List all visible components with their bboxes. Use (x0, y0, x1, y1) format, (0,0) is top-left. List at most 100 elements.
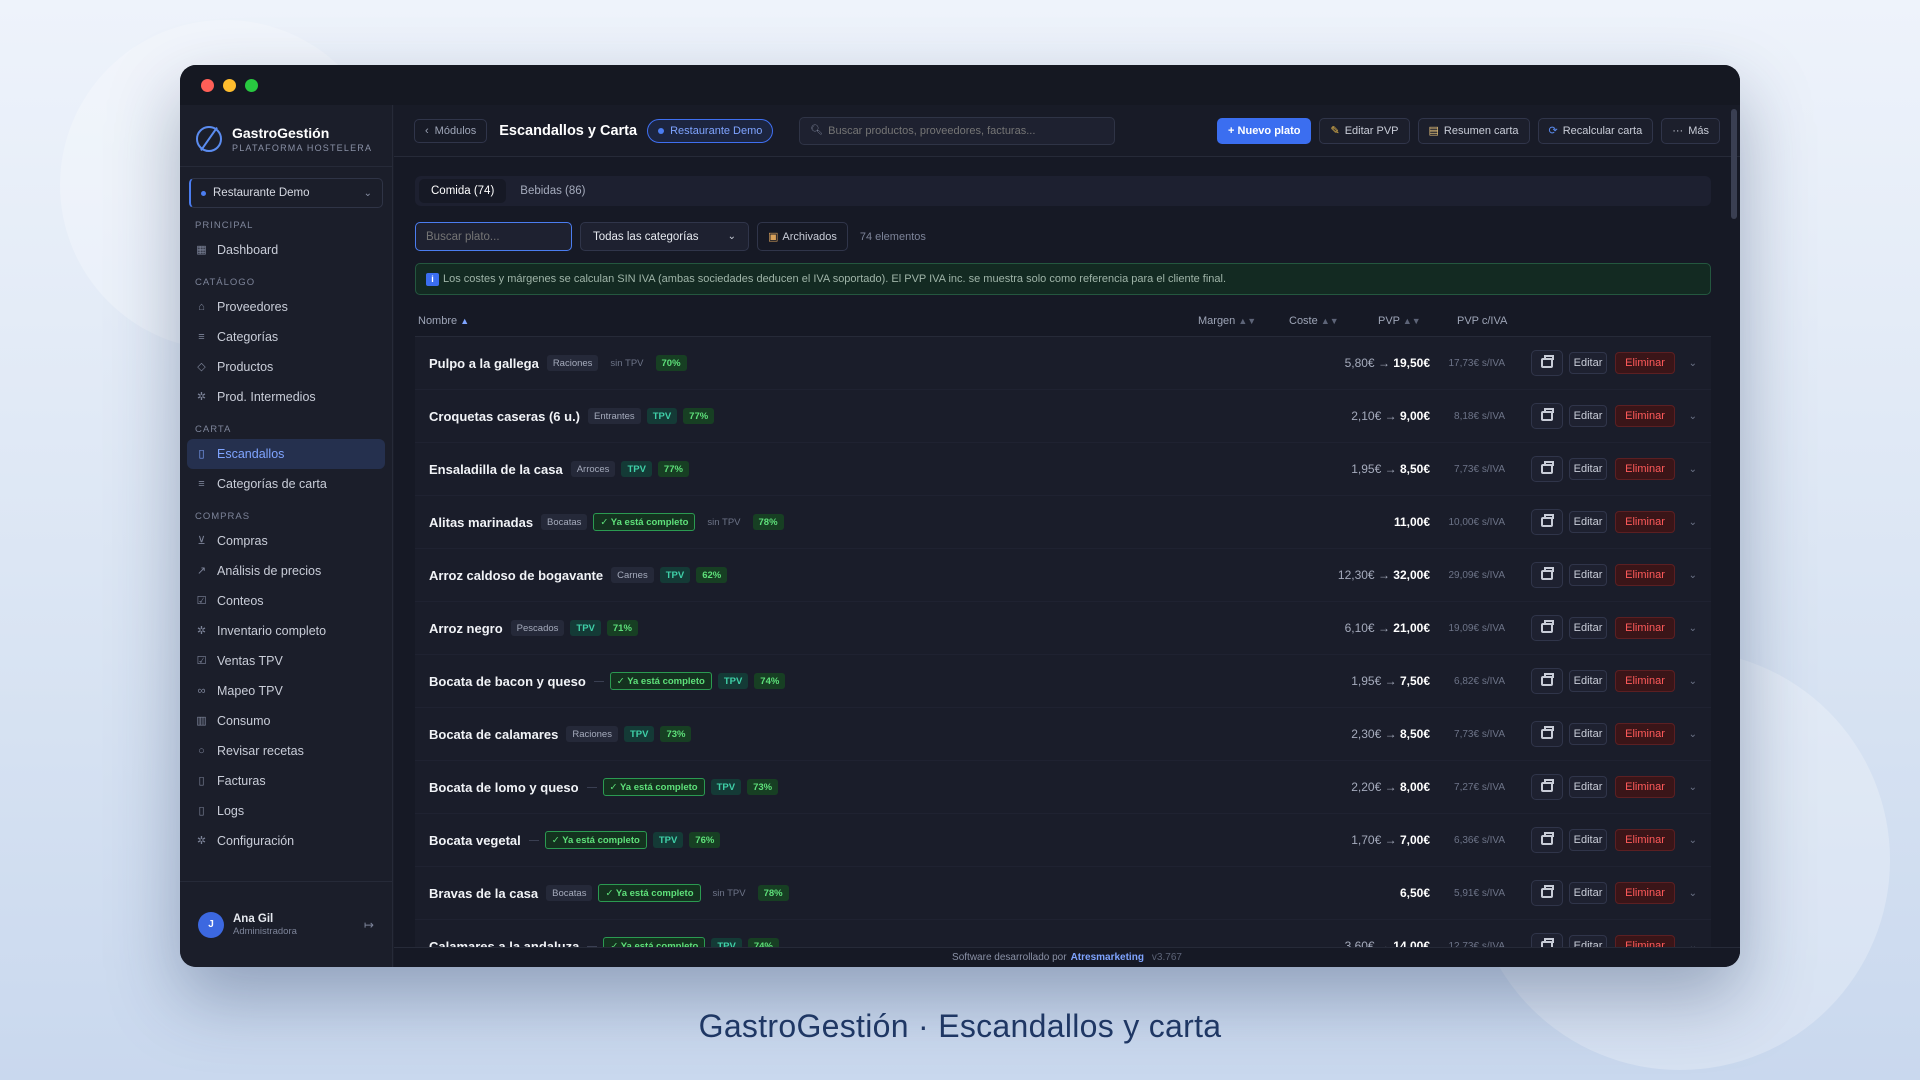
avatar[interactable]: J (198, 911, 224, 938)
category-select[interactable]: Todas las categorías ⌄ (580, 222, 749, 251)
edit-button[interactable]: Editar (1569, 776, 1607, 798)
delete-button[interactable]: Eliminar (1615, 776, 1675, 798)
dish-name[interactable]: Arroz negro (429, 621, 503, 636)
delete-button[interactable]: Eliminar (1615, 670, 1675, 692)
sidebar-item-escandallos[interactable]: ▯ Escandallos (187, 439, 385, 469)
restaurant-select[interactable]: Restaurante Demo ⌄ (189, 178, 383, 208)
col-margen[interactable]: Margen ▲▼ (1198, 315, 1256, 327)
edit-button[interactable]: Editar (1569, 935, 1607, 947)
chevron-down-icon[interactable]: ⌄ (1689, 570, 1697, 581)
print-button[interactable] (1531, 350, 1563, 376)
print-button[interactable] (1531, 774, 1563, 800)
col-nombre[interactable]: Nombre ▲ (418, 315, 469, 327)
delete-button[interactable]: Eliminar (1615, 458, 1675, 480)
sidebar-item-proveedores[interactable]: ⌂ Proveedores (187, 292, 385, 322)
table-row[interactable]: Arroz negro Pescados TPV 71% 6,10€ → 21,00€ 1… (415, 602, 1711, 655)
dish-name[interactable]: Bocata de lomo y queso (429, 780, 579, 795)
sidebar-item-configuracion[interactable]: ✲ Configuración (187, 826, 385, 856)
new-dish-button[interactable]: + Nuevo plato (1217, 117, 1312, 144)
sidebar-item-compras[interactable]: ⊻ Compras (187, 526, 385, 556)
sidebar-item-dashboard[interactable]: ▦ Dashboard (187, 235, 385, 265)
sidebar-item-conteos[interactable]: ☑ Conteos (187, 586, 385, 616)
delete-button[interactable]: Eliminar (1615, 511, 1675, 533)
sidebar-item-consumo[interactable]: ▥ Consumo (187, 706, 385, 736)
edit-button[interactable]: Editar (1569, 617, 1607, 639)
table-row[interactable]: Arroz caldoso de bogavante Carnes TPV 62% 12… (415, 549, 1711, 602)
recalculate-button[interactable]: ⟳ Recalcular carta (1537, 117, 1654, 144)
chevron-down-icon[interactable]: ⌄ (1689, 358, 1697, 369)
delete-button[interactable]: Eliminar (1615, 564, 1675, 586)
sidebar-item-categorias-de-carta[interactable]: ≡ Categorías de carta (187, 469, 385, 499)
modules-back-button[interactable]: ‹ Módulos (414, 118, 488, 143)
table-row[interactable]: Pulpo a la gallega Raciones sin TPV 70% 5,80… (415, 337, 1711, 390)
dish-search[interactable] (415, 222, 572, 251)
sidebar-item-revisar-recetas[interactable]: ○ Revisar recetas (187, 736, 385, 766)
chevron-down-icon[interactable]: ⌄ (1689, 835, 1697, 846)
sidebar-item-categorias[interactable]: ≡ Categorías (187, 322, 385, 352)
sidebar-item-logs[interactable]: ▯ Logs (187, 796, 385, 826)
print-button[interactable] (1531, 827, 1563, 853)
dish-name[interactable]: Bocata de calamares (429, 727, 558, 742)
edit-button[interactable]: Editar (1569, 458, 1607, 480)
table-row[interactable]: Alitas marinadas Bocatas ✓ Ya está complet… (415, 496, 1711, 549)
edit-button[interactable]: Editar (1569, 670, 1607, 692)
tab-comida[interactable]: Comida (74) (419, 179, 507, 203)
dish-name[interactable]: Calamares a la andaluza (429, 939, 579, 948)
minimize-window-button[interactable] (223, 79, 236, 92)
edit-button[interactable]: Editar (1569, 829, 1607, 851)
edit-button[interactable]: Editar (1569, 723, 1607, 745)
dish-name[interactable]: Ensaladilla de la casa (429, 462, 563, 477)
table-row[interactable]: Bocata de calamares Raciones TPV 73% 2,30€ →… (415, 708, 1711, 761)
table-row[interactable]: Bocata vegetal ✓ Ya está completo TPV 76% 1,… (415, 814, 1711, 867)
chevron-down-icon[interactable]: ⌄ (1689, 729, 1697, 740)
sidebar-item-productos[interactable]: ◇ Productos (187, 352, 385, 382)
table-row[interactable]: Bocata de lomo y queso ✓ Ya está completo… (415, 761, 1711, 814)
edit-button[interactable]: Editar (1569, 511, 1607, 533)
delete-button[interactable]: Eliminar (1615, 723, 1675, 745)
delete-button[interactable]: Eliminar (1615, 882, 1675, 904)
edit-button[interactable]: Editar (1569, 882, 1607, 904)
dish-name[interactable]: Pulpo a la gallega (429, 356, 539, 371)
col-coste[interactable]: Coste ▲▼ (1289, 315, 1339, 327)
chevron-down-icon[interactable]: ⌄ (1689, 888, 1697, 899)
print-button[interactable] (1531, 456, 1563, 482)
restaurant-pill[interactable]: Restaurante Demo (647, 118, 774, 143)
chevron-down-icon[interactable]: ⌄ (1689, 411, 1697, 422)
sidebar-item-mapeo-tpv[interactable]: ∞ Mapeo TPV (187, 676, 385, 706)
delete-button[interactable]: Eliminar (1615, 405, 1675, 427)
col-pvp[interactable]: PVP ▲▼ (1378, 315, 1421, 327)
tab-bebidas[interactable]: Bebidas (86) (508, 179, 597, 203)
delete-button[interactable]: Eliminar (1615, 617, 1675, 639)
print-button[interactable] (1531, 721, 1563, 747)
delete-button[interactable]: Eliminar (1615, 935, 1675, 947)
chevron-down-icon[interactable]: ⌄ (1689, 623, 1697, 634)
print-button[interactable] (1531, 562, 1563, 588)
dish-name[interactable]: Alitas marinadas (429, 515, 533, 530)
sidebar-item-ventas-tpv[interactable]: ☑ Ventas TPV (187, 646, 385, 676)
chevron-down-icon[interactable]: ⌄ (1689, 464, 1697, 475)
edit-pvp-button[interactable]: ✎ Editar PVP (1319, 117, 1410, 144)
dish-name[interactable]: Bravas de la casa (429, 886, 538, 901)
global-search[interactable]: 🔍︎ (799, 116, 1116, 145)
archived-button[interactable]: ▣ Archivados (757, 222, 848, 251)
sidebar-item-prod-intermedios[interactable]: ✲ Prod. Intermedios (187, 382, 385, 412)
print-button[interactable] (1531, 933, 1563, 947)
close-window-button[interactable] (201, 79, 214, 92)
print-button[interactable] (1531, 880, 1563, 906)
more-button[interactable]: ··· Más (1661, 117, 1720, 144)
dish-name[interactable]: Arroz caldoso de bogavante (429, 568, 603, 583)
scrollbar[interactable] (1731, 109, 1737, 219)
global-search-input[interactable] (828, 124, 1105, 137)
edit-button[interactable]: Editar (1569, 564, 1607, 586)
dish-name[interactable]: Bocata vegetal (429, 833, 521, 848)
summary-button[interactable]: ▤ Resumen carta (1417, 117, 1530, 144)
print-button[interactable] (1531, 668, 1563, 694)
sidebar-item-analisis-de-precios[interactable]: ↗ Análisis de precios (187, 556, 385, 586)
chevron-down-icon[interactable]: ⌄ (1689, 517, 1697, 528)
table-row[interactable]: Calamares a la andaluza ✓ Ya está complet… (415, 920, 1711, 947)
dish-name[interactable]: Croquetas caseras (6 u.) (429, 409, 580, 424)
chevron-down-icon[interactable]: ⌄ (1689, 782, 1697, 793)
delete-button[interactable]: Eliminar (1615, 352, 1675, 374)
footer-brand-link[interactable]: Atresmarketing (1071, 952, 1144, 963)
print-button[interactable] (1531, 615, 1563, 641)
